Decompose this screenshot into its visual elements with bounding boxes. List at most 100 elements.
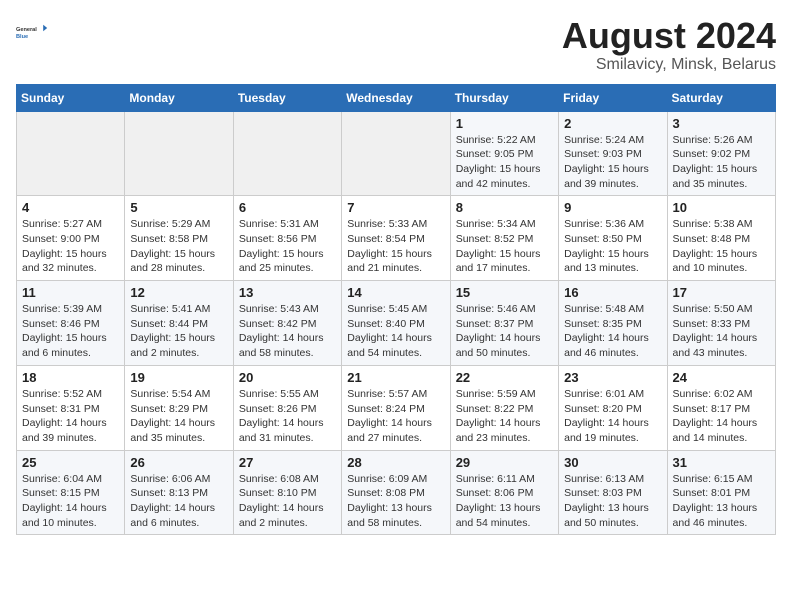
calendar-cell: 6Sunrise: 5:31 AM Sunset: 8:56 PM Daylig… — [233, 196, 341, 281]
day-number: 22 — [456, 370, 553, 385]
weekday-header: Sunday — [17, 84, 125, 111]
day-info: Sunrise: 6:11 AM Sunset: 8:06 PM Dayligh… — [456, 472, 553, 531]
weekday-header: Monday — [125, 84, 233, 111]
day-number: 9 — [564, 200, 661, 215]
weekday-header: Thursday — [450, 84, 558, 111]
day-info: Sunrise: 5:43 AM Sunset: 8:42 PM Dayligh… — [239, 302, 336, 361]
day-info: Sunrise: 5:36 AM Sunset: 8:50 PM Dayligh… — [564, 217, 661, 276]
day-number: 11 — [22, 285, 119, 300]
day-info: Sunrise: 5:55 AM Sunset: 8:26 PM Dayligh… — [239, 387, 336, 446]
calendar-cell: 17Sunrise: 5:50 AM Sunset: 8:33 PM Dayli… — [667, 281, 775, 366]
title-block: August 2024 Smilavicy, Minsk, Belarus — [562, 16, 776, 74]
day-number: 19 — [130, 370, 227, 385]
day-info: Sunrise: 5:57 AM Sunset: 8:24 PM Dayligh… — [347, 387, 444, 446]
calendar-cell: 15Sunrise: 5:46 AM Sunset: 8:37 PM Dayli… — [450, 281, 558, 366]
day-info: Sunrise: 6:02 AM Sunset: 8:17 PM Dayligh… — [673, 387, 770, 446]
weekday-header-row: SundayMondayTuesdayWednesdayThursdayFrid… — [17, 84, 776, 111]
day-info: Sunrise: 6:15 AM Sunset: 8:01 PM Dayligh… — [673, 472, 770, 531]
day-number: 5 — [130, 200, 227, 215]
day-info: Sunrise: 5:41 AM Sunset: 8:44 PM Dayligh… — [130, 302, 227, 361]
day-number: 27 — [239, 455, 336, 470]
day-number: 23 — [564, 370, 661, 385]
day-number: 29 — [456, 455, 553, 470]
day-info: Sunrise: 5:52 AM Sunset: 8:31 PM Dayligh… — [22, 387, 119, 446]
day-info: Sunrise: 5:26 AM Sunset: 9:02 PM Dayligh… — [673, 133, 770, 192]
day-info: Sunrise: 5:29 AM Sunset: 8:58 PM Dayligh… — [130, 217, 227, 276]
calendar-cell: 31 Sunrise: 6:15 AM Sunset: 8:01 PM Dayli… — [667, 450, 775, 535]
calendar-cell: 10 Sunrise: 5:38 AM Sunset: 8:48 PM Dayli… — [667, 196, 775, 281]
calendar-cell: 19 Sunrise: 5:54 AM Sunset: 8:29 PM Dayli… — [125, 365, 233, 450]
day-info: Sunrise: 5:39 AM Sunset: 8:46 PM Dayligh… — [22, 302, 119, 361]
day-number: 10 — [673, 200, 770, 215]
day-number: 14 — [347, 285, 444, 300]
day-number: 31 — [673, 455, 770, 470]
calendar-cell: 21 Sunrise: 5:57 AM Sunset: 8:24 PM Dayli… — [342, 365, 450, 450]
day-info: Sunrise: 5:38 AM Sunset: 8:48 PM Dayligh… — [673, 217, 770, 276]
calendar-cell: 25Sunrise: 6:04 AM Sunset: 8:15 PM Dayli… — [17, 450, 125, 535]
calendar-cell: 29 Sunrise: 6:11 AM Sunset: 8:06 PM Dayli… — [450, 450, 558, 535]
calendar-cell: 13 Sunrise: 5:43 AM Sunset: 8:42 PM Dayli… — [233, 281, 341, 366]
calendar-cell: 16 Sunrise: 5:48 AM Sunset: 8:35 PM Dayli… — [559, 281, 667, 366]
day-info: Sunrise: 5:33 AM Sunset: 8:54 PM Dayligh… — [347, 217, 444, 276]
page-title: August 2024 — [562, 16, 776, 56]
day-info: Sunrise: 6:01 AM Sunset: 8:20 PM Dayligh… — [564, 387, 661, 446]
calendar-cell: 23 Sunrise: 6:01 AM Sunset: 8:20 PM Dayli… — [559, 365, 667, 450]
day-number: 15 — [456, 285, 553, 300]
day-number: 1 — [456, 116, 553, 131]
page-subtitle: Smilavicy, Minsk, Belarus — [562, 56, 776, 74]
calendar-cell: 1Sunrise: 5:22 AM Sunset: 9:05 PM Daylig… — [450, 111, 558, 196]
day-info: Sunrise: 5:54 AM Sunset: 8:29 PM Dayligh… — [130, 387, 227, 446]
calendar-cell: 11 Sunrise: 5:39 AM Sunset: 8:46 PM Dayli… — [17, 281, 125, 366]
day-info: Sunrise: 6:06 AM Sunset: 8:13 PM Dayligh… — [130, 472, 227, 531]
weekday-header: Friday — [559, 84, 667, 111]
day-info: Sunrise: 5:34 AM Sunset: 8:52 PM Dayligh… — [456, 217, 553, 276]
calendar-cell: 24Sunrise: 6:02 AM Sunset: 8:17 PM Dayli… — [667, 365, 775, 450]
calendar-cell: 5 Sunrise: 5:29 AM Sunset: 8:58 PM Daylig… — [125, 196, 233, 281]
day-number: 17 — [673, 285, 770, 300]
day-number: 6 — [239, 200, 336, 215]
day-number: 18 — [22, 370, 119, 385]
calendar-cell: 18 Sunrise: 5:52 AM Sunset: 8:31 PM Dayli… — [17, 365, 125, 450]
calendar-table: SundayMondayTuesdayWednesdayThursdayFrid… — [16, 84, 776, 536]
calendar-cell: 26 Sunrise: 6:06 AM Sunset: 8:13 PM Dayli… — [125, 450, 233, 535]
calendar-cell: 9 Sunrise: 5:36 AM Sunset: 8:50 PM Daylig… — [559, 196, 667, 281]
day-info: Sunrise: 6:08 AM Sunset: 8:10 PM Dayligh… — [239, 472, 336, 531]
calendar-cell: 27 Sunrise: 6:08 AM Sunset: 8:10 PM Dayli… — [233, 450, 341, 535]
day-number: 3 — [673, 116, 770, 131]
logo: GeneralBlue — [16, 16, 48, 48]
day-number: 13 — [239, 285, 336, 300]
calendar-week-row: 25Sunrise: 6:04 AM Sunset: 8:15 PM Dayli… — [17, 450, 776, 535]
day-info: Sunrise: 5:48 AM Sunset: 8:35 PM Dayligh… — [564, 302, 661, 361]
calendar-cell: 28Sunrise: 6:09 AM Sunset: 8:08 PM Dayli… — [342, 450, 450, 535]
day-number: 12 — [130, 285, 227, 300]
day-number: 21 — [347, 370, 444, 385]
calendar-week-row: 1Sunrise: 5:22 AM Sunset: 9:05 PM Daylig… — [17, 111, 776, 196]
page-header: GeneralBlue August 2024 Smilavicy, Minsk… — [16, 16, 776, 74]
calendar-week-row: 4 Sunrise: 5:27 AM Sunset: 9:00 PM Daylig… — [17, 196, 776, 281]
day-number: 16 — [564, 285, 661, 300]
day-number: 25 — [22, 455, 119, 470]
calendar-cell — [342, 111, 450, 196]
day-info: Sunrise: 6:13 AM Sunset: 8:03 PM Dayligh… — [564, 472, 661, 531]
calendar-cell: 22Sunrise: 5:59 AM Sunset: 8:22 PM Dayli… — [450, 365, 558, 450]
day-number: 4 — [22, 200, 119, 215]
calendar-cell: 2Sunrise: 5:24 AM Sunset: 9:03 PM Daylig… — [559, 111, 667, 196]
calendar-cell: 20 Sunrise: 5:55 AM Sunset: 8:26 PM Dayli… — [233, 365, 341, 450]
day-info: Sunrise: 5:27 AM Sunset: 9:00 PM Dayligh… — [22, 217, 119, 276]
weekday-header: Wednesday — [342, 84, 450, 111]
weekday-header: Saturday — [667, 84, 775, 111]
calendar-cell: 4 Sunrise: 5:27 AM Sunset: 9:00 PM Daylig… — [17, 196, 125, 281]
day-info: Sunrise: 5:45 AM Sunset: 8:40 PM Dayligh… — [347, 302, 444, 361]
calendar-cell: 12 Sunrise: 5:41 AM Sunset: 8:44 PM Dayli… — [125, 281, 233, 366]
day-number: 8 — [456, 200, 553, 215]
day-number: 30 — [564, 455, 661, 470]
day-number: 26 — [130, 455, 227, 470]
calendar-cell — [125, 111, 233, 196]
weekday-header: Tuesday — [233, 84, 341, 111]
day-info: Sunrise: 5:24 AM Sunset: 9:03 PM Dayligh… — [564, 133, 661, 192]
calendar-cell: 14 Sunrise: 5:45 AM Sunset: 8:40 PM Dayli… — [342, 281, 450, 366]
calendar-cell: 7Sunrise: 5:33 AM Sunset: 8:54 PM Daylig… — [342, 196, 450, 281]
calendar-cell: 3 Sunrise: 5:26 AM Sunset: 9:02 PM Daylig… — [667, 111, 775, 196]
svg-text:Blue: Blue — [16, 34, 28, 40]
day-number: 20 — [239, 370, 336, 385]
